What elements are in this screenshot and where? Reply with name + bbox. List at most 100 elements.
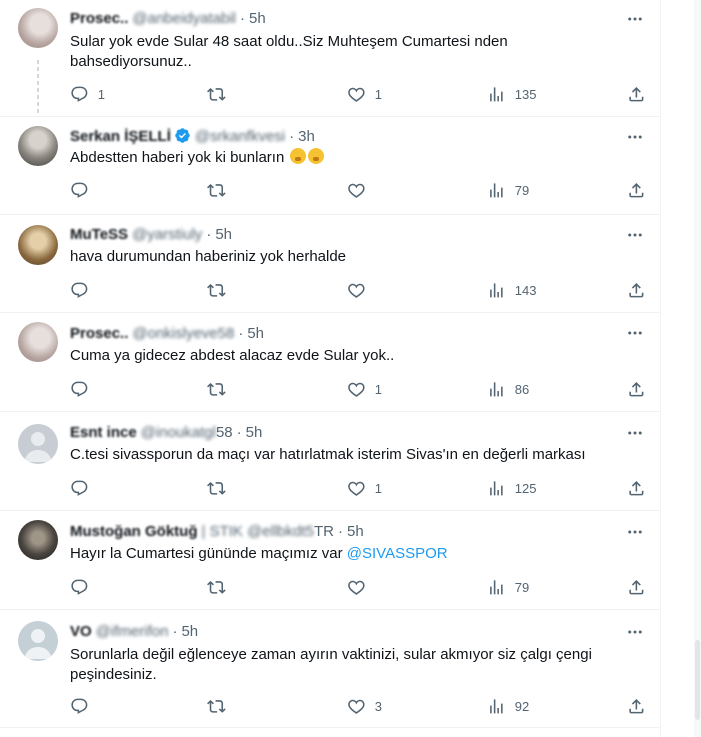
more-options-icon[interactable] — [626, 226, 644, 244]
author-handle[interactable]: @anbeidyatabil — [132, 10, 236, 27]
views-button[interactable]: 79 — [487, 577, 529, 597]
retweet-button[interactable] — [207, 577, 235, 597]
tweet-2[interactable]: Serkan İŞELLİ @srkanfkvesi · 3h Abdestten h… — [0, 116, 660, 215]
views-chart-icon — [490, 86, 503, 102]
retweet-button[interactable] — [207, 478, 235, 498]
timestamp[interactable]: 5h — [215, 226, 232, 243]
author-name[interactable]: Prosec.. — [70, 325, 128, 342]
verified-badge-icon — [175, 128, 190, 143]
like-button[interactable]: 1 — [347, 84, 382, 104]
author-handle[interactable]: @ifmerifon — [96, 623, 169, 640]
retweet-button[interactable] — [207, 180, 235, 200]
author-name[interactable]: VO — [70, 623, 92, 640]
avatar[interactable] — [18, 322, 58, 362]
more-options-icon[interactable] — [626, 424, 644, 442]
timestamp[interactable]: 3h — [298, 128, 315, 145]
reply-button[interactable] — [70, 696, 98, 716]
retweet-button[interactable] — [207, 696, 235, 716]
tweet-1[interactable]: Prosec.. @anbeidyatabil · 5h Sular yok evde… — [0, 0, 660, 117]
scrollbar[interactable] — [694, 0, 701, 737]
tweet-actions: 79 — [70, 577, 650, 597]
author-handle-suffix: TR — [314, 523, 334, 540]
avatar[interactable] — [18, 520, 58, 560]
timestamp[interactable]: 5h — [347, 523, 364, 540]
tweet-7[interactable]: VO @ifmerifon · 5h Sorunlarla değil eğlence… — [0, 609, 660, 728]
author-name[interactable]: Esnt ince — [70, 424, 137, 441]
reply-button[interactable] — [70, 478, 98, 498]
view-count: 86 — [514, 381, 530, 397]
share-button[interactable] — [627, 180, 646, 200]
reply-button[interactable] — [70, 379, 98, 399]
timestamp[interactable]: 5h — [181, 623, 198, 640]
tweet-text: Hayır la Cumartesi gününde maçımız var @… — [70, 544, 630, 564]
views-button[interactable]: 92 — [487, 696, 529, 716]
like-button[interactable] — [347, 180, 375, 200]
author-handle[interactable]: @srkanfkvesi — [195, 128, 285, 145]
more-options-icon[interactable] — [626, 324, 644, 342]
author-handle[interactable]: @inoukatgl — [141, 424, 216, 441]
avatar[interactable] — [18, 225, 58, 265]
more-options-icon[interactable] — [626, 523, 644, 541]
tweet-header: MuTeSS @yarstiuly · 5h — [70, 226, 232, 243]
retweet-button[interactable] — [207, 84, 235, 104]
views-button[interactable]: 86 — [487, 379, 529, 399]
timestamp[interactable]: 5h — [249, 10, 266, 27]
timestamp[interactable]: 5h — [247, 325, 264, 342]
tweet-text: Sular yok evde Sular 48 saat oldu..Siz M… — [70, 33, 508, 70]
heart-icon — [348, 699, 365, 714]
share-button[interactable] — [627, 280, 646, 300]
like-button[interactable]: 3 — [347, 696, 382, 716]
avatar[interactable] — [18, 126, 58, 166]
like-count: 3 — [374, 698, 382, 714]
retweet-button[interactable] — [207, 379, 235, 399]
retweet-icon — [207, 87, 226, 101]
views-button[interactable]: 125 — [487, 478, 536, 498]
more-options-icon[interactable] — [626, 10, 644, 28]
views-button[interactable]: 143 — [487, 280, 536, 300]
author-name[interactable]: Mustoğan Göktuğ — [70, 523, 198, 540]
avatar[interactable] — [18, 8, 58, 48]
author-name[interactable]: Serkan İŞELLİ — [70, 128, 171, 145]
views-button[interactable]: 79 — [487, 180, 529, 200]
share-icon — [629, 86, 644, 102]
retweet-icon — [207, 481, 226, 495]
reply-button[interactable] — [70, 280, 98, 300]
like-button[interactable] — [347, 577, 375, 597]
like-button[interactable] — [347, 280, 375, 300]
tweet-4[interactable]: Prosec.. @onkislyeve58 · 5h Cuma ya gidecez… — [0, 312, 660, 412]
tweet-3[interactable]: MuTeSS @yarstiuly · 5h hava durumundan habe… — [0, 214, 660, 313]
reply-button[interactable] — [70, 577, 98, 597]
mention-link[interactable]: @SIVASSPOR — [347, 545, 448, 562]
avatar[interactable] — [18, 621, 58, 661]
author-handle[interactable]: @yarstiuly — [132, 226, 202, 243]
timestamp[interactable]: 5h — [246, 424, 263, 441]
author-handle[interactable]: @onkislyeve58 — [132, 325, 234, 342]
reply-button[interactable]: 1 — [70, 84, 105, 104]
views-button[interactable]: 135 — [487, 84, 536, 104]
thread-line — [37, 60, 39, 116]
tweet-text: Sorunlarla değil eğlenceye zaman ayırın … — [70, 646, 592, 683]
share-button[interactable] — [627, 696, 646, 716]
heart-icon — [348, 481, 365, 496]
author-name[interactable]: MuTeSS — [70, 226, 128, 243]
tweet-5[interactable]: Esnt ince @inoukatgl58 · 5h C.tesi sivasspo… — [0, 411, 660, 511]
shushing-emoji-icon — [290, 148, 307, 164]
author-handle[interactable]: | STIK @ellbkdt5 — [202, 523, 315, 540]
scrollbar-thumb[interactable] — [695, 640, 700, 720]
like-button[interactable]: 1 — [347, 379, 382, 399]
tweet-6[interactable]: Mustoğan Göktuğ | STIK @ellbkdt5TR · 5h Hay… — [0, 510, 660, 610]
author-handle-suffix: 58 — [215, 424, 233, 441]
retweet-button[interactable] — [207, 280, 235, 300]
share-button[interactable] — [627, 379, 646, 399]
heart-icon — [348, 580, 365, 595]
more-options-icon[interactable] — [626, 128, 644, 146]
tweet-text: Cuma ya gidecez abdest alacaz evde Sular… — [70, 347, 395, 364]
avatar[interactable] — [18, 424, 58, 464]
like-button[interactable]: 1 — [347, 478, 382, 498]
more-options-icon[interactable] — [626, 623, 644, 641]
reply-button[interactable] — [70, 180, 98, 200]
share-button[interactable] — [627, 478, 646, 498]
share-button[interactable] — [627, 84, 646, 104]
author-name[interactable]: Prosec.. — [70, 10, 128, 27]
share-button[interactable] — [627, 577, 646, 597]
